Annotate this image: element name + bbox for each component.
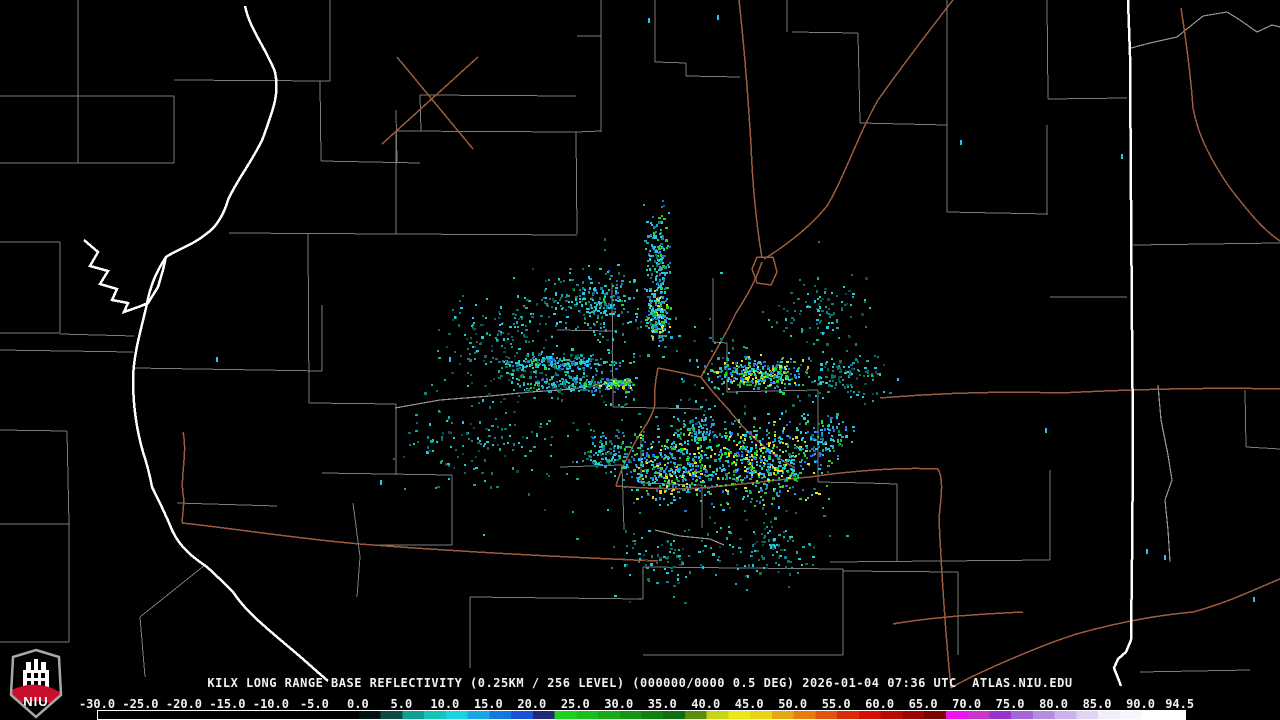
radar-map (0, 0, 1280, 689)
scale-tick-label: 75.0 (995, 697, 1025, 711)
river-lines-layer (394, 11, 1280, 563)
state-border-layer (83, 0, 1135, 687)
scale-tick-label: -30.0 (78, 697, 116, 711)
scale-tick-label: 15.0 (473, 697, 503, 711)
scale-tick-label: 30.0 (604, 697, 634, 711)
scale-tick-label: 10.0 (430, 697, 460, 711)
scale-tick-label: -25.0 (122, 697, 159, 711)
reflectivity-colorbar (97, 710, 1186, 720)
scale-tick-label: 40.0 (691, 697, 721, 711)
radar-display: KILX LONG RANGE BASE REFLECTIVITY (0.25K… (0, 0, 1280, 720)
scale-tick-label: 85.0 (1082, 697, 1112, 711)
scale-tick-label: 35.0 (647, 697, 677, 711)
county-boundaries-layer (0, 0, 1280, 678)
scale-tick-label: -20.0 (165, 697, 203, 711)
scale-tick-label: 94.5 (1165, 697, 1195, 711)
scale-tick-label: 20.0 (517, 697, 547, 711)
scale-tick-label: 45.0 (734, 697, 764, 711)
niu-logo: NIU (9, 648, 63, 719)
scale-tick-label: 0.0 (347, 697, 369, 711)
scale-tick-label: -5.0 (299, 697, 329, 711)
scale-tick-label: 65.0 (908, 697, 938, 711)
scale-tick-label: 25.0 (560, 697, 590, 711)
radar-echo-layer (216, 15, 1255, 604)
scale-tick-label: 80.0 (1039, 697, 1068, 711)
scale-tick-label: -10.0 (252, 697, 289, 711)
scale-tick-label: -15.0 (209, 697, 246, 711)
scale-tick-label: 5.0 (390, 697, 413, 711)
scale-tick-label: 50.0 (778, 697, 808, 711)
niu-logo-text: NIU (23, 694, 48, 709)
scale-tick-label: 55.0 (821, 697, 851, 711)
scale-tick-label: 70.0 (952, 697, 982, 711)
product-title: KILX LONG RANGE BASE REFLECTIVITY (0.25K… (207, 676, 1073, 690)
colorbar-scale-labels: -30.0 -25.0 -20.0 -15.0 -10.0 -5.0 0.0 5.0 10.0 1… (0, 697, 1280, 711)
scale-tick-label: 60.0 (865, 697, 895, 711)
highway-lines-layer (181, 0, 1280, 689)
scale-tick-label: 90.0 (1126, 697, 1155, 711)
